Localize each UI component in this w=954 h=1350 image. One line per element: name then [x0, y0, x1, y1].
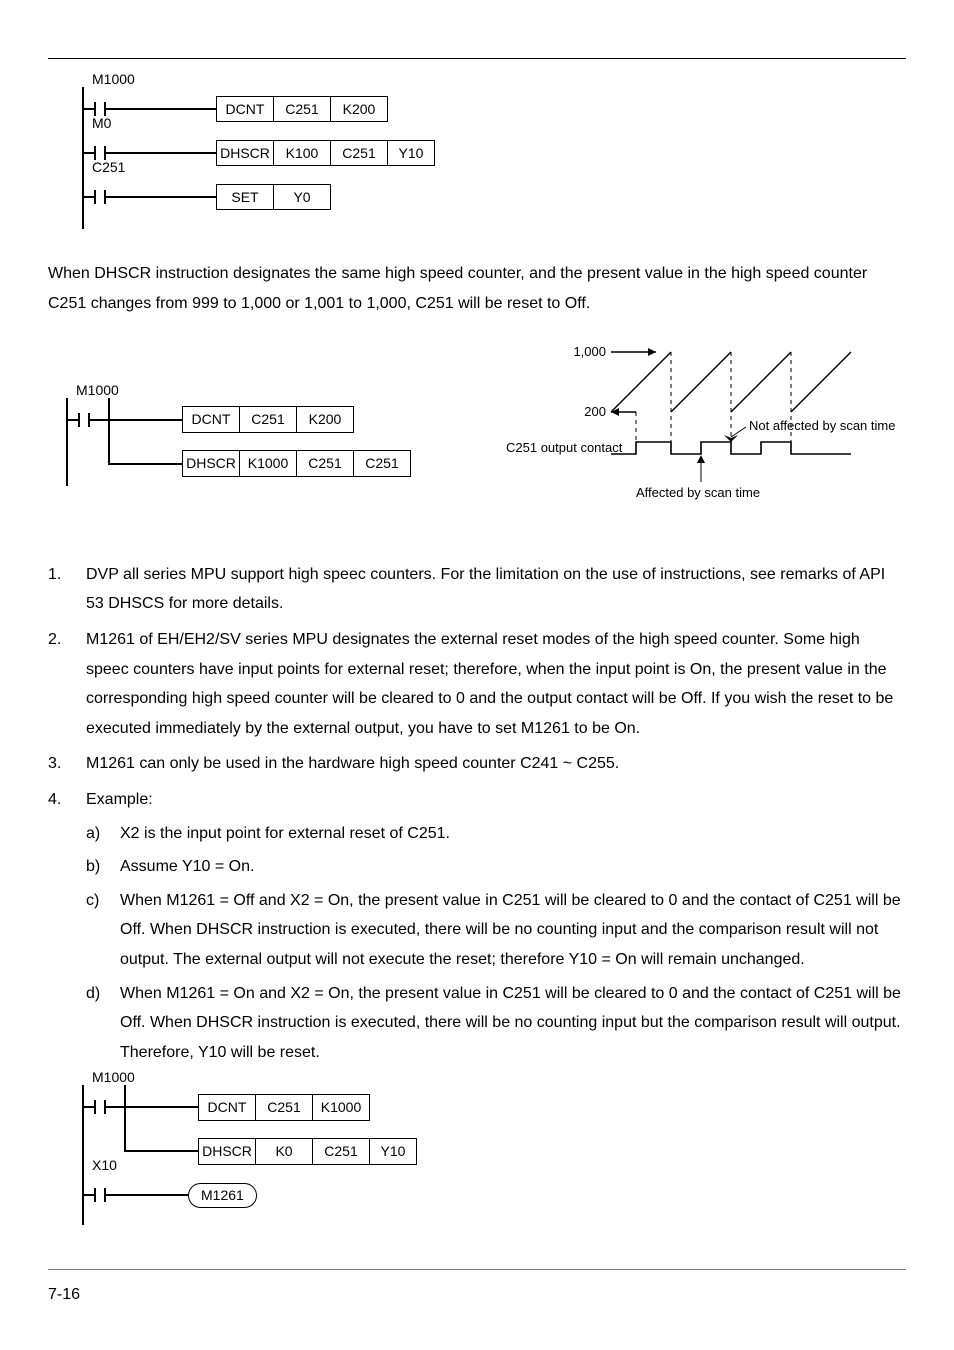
- box-cell: C251: [274, 97, 331, 122]
- sub-list: a) X2 is the input point for external re…: [86, 819, 906, 1068]
- list-item: Assume Y10 = On.: [120, 852, 906, 882]
- list-number: 2.: [48, 625, 86, 743]
- box-cell: DHSCR: [183, 451, 240, 476]
- box-cell: DCNT: [217, 97, 274, 122]
- instruction-box: DCNT C251 K200: [216, 96, 388, 123]
- timing-value: 1,000: [573, 344, 606, 359]
- paragraph: When DHSCR instruction designates the sa…: [48, 259, 906, 320]
- list-number: 3.: [48, 749, 86, 779]
- box-cell: K100: [274, 141, 331, 166]
- list-item: M1261 of EH/EH2/SV series MPU designates…: [86, 625, 906, 743]
- contact-no: [78, 412, 90, 428]
- box-cell: C251: [354, 451, 410, 476]
- box-cell: C251: [297, 451, 354, 476]
- instruction-box: DHSCR K0 C251 Y10: [198, 1138, 417, 1165]
- contact-label: M1000: [76, 382, 119, 399]
- instruction-box: DCNT C251 K200: [182, 406, 354, 433]
- contact-label: X10: [92, 1157, 117, 1174]
- top-rule: [48, 58, 906, 59]
- page-number: 7-16: [48, 1269, 906, 1310]
- instruction-box: DHSCR K100 C251 Y10: [216, 140, 435, 167]
- output-coil: M1261: [188, 1183, 257, 1208]
- contact-label: M1000: [92, 1069, 135, 1086]
- ladder-diagram-1: M1000 DCNT C251 K200 M0 DHSCR K100 C251 …: [82, 87, 462, 229]
- list-number: c): [86, 886, 120, 975]
- box-cell: DCNT: [199, 1095, 256, 1120]
- contact-label: C251: [92, 159, 125, 176]
- box-cell: K1000: [313, 1095, 369, 1120]
- ladder-diagram-3: M1000 DCNT C251 K1000 DHSCR K0 C251 Y10: [82, 1085, 482, 1225]
- timing-signal-label: C251 output contact: [506, 440, 623, 455]
- box-cell: Y10: [370, 1139, 416, 1164]
- timing-value: 200: [584, 404, 606, 419]
- box-cell: C251: [256, 1095, 313, 1120]
- list-number: 4.: [48, 785, 86, 1071]
- list-item: Example: a) X2 is the input point for ex…: [86, 785, 906, 1071]
- box-cell: Y0: [274, 185, 330, 210]
- contact-label: M1000: [92, 71, 135, 88]
- timing-note: Not affected by scan time: [749, 418, 895, 433]
- list-item: When M1261 = Off and X2 = On, the presen…: [120, 886, 906, 975]
- numbered-list: 1. DVP all series MPU support high speec…: [48, 560, 906, 1072]
- list-item: When M1261 = On and X2 = On, the present…: [120, 979, 906, 1068]
- contact-no: [94, 189, 106, 205]
- box-cell: K200: [331, 97, 387, 122]
- instruction-box: DCNT C251 K1000: [198, 1094, 370, 1121]
- contact-no: [94, 1187, 106, 1203]
- instruction-box: SET Y0: [216, 184, 331, 211]
- timing-note: Affected by scan time: [636, 485, 760, 500]
- list-item: M1261 can only be used in the hardware h…: [86, 749, 906, 779]
- box-cell: DHSCR: [217, 141, 274, 166]
- box-cell: K1000: [240, 451, 297, 476]
- box-cell: C251: [331, 141, 388, 166]
- ladder-diagram-2: M1000 DCNT C251 K200 DHSCR: [66, 398, 466, 486]
- box-cell: DCNT: [183, 407, 240, 432]
- box-cell: SET: [217, 185, 274, 210]
- list-item: DVP all series MPU support high speec co…: [86, 560, 906, 619]
- list-item: X2 is the input point for external reset…: [120, 819, 906, 849]
- page-footer: 7-16: [48, 1269, 906, 1310]
- page: M1000 DCNT C251 K200 M0 DHSCR K100 C251 …: [0, 0, 954, 1350]
- box-cell: Y10: [388, 141, 434, 166]
- list-number: 1.: [48, 560, 86, 619]
- contact-label: M0: [92, 115, 111, 132]
- box-cell: C251: [240, 407, 297, 432]
- list-number: b): [86, 852, 120, 882]
- box-cell: DHSCR: [199, 1139, 256, 1164]
- box-cell: K200: [297, 407, 353, 432]
- list-number: d): [86, 979, 120, 1068]
- box-cell: C251: [313, 1139, 370, 1164]
- instruction-box: DHSCR K1000 C251 C251: [182, 450, 411, 477]
- box-cell: K0: [256, 1139, 313, 1164]
- contact-no: [94, 1099, 106, 1115]
- timing-diagram: 1,000 200 C251 output contact Not affect…: [506, 342, 906, 530]
- ladder-timing-row: M1000 DCNT C251 K200 DHSCR: [48, 342, 906, 530]
- list-number: a): [86, 819, 120, 849]
